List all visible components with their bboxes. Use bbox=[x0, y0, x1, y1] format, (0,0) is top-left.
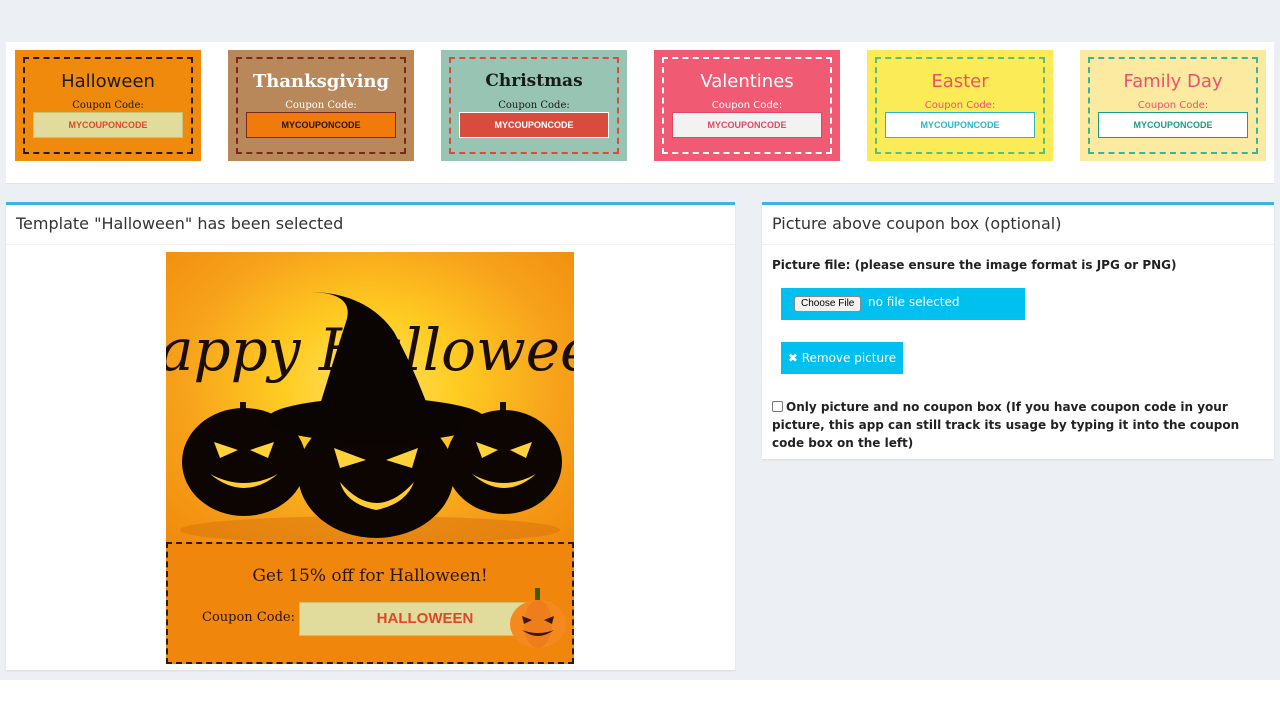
template-title: Family Day bbox=[1123, 71, 1223, 92]
only-picture-label: Only picture and no coupon box (If you h… bbox=[772, 400, 1240, 450]
template-card-valentines[interactable]: Valentines Coupon Code: MYCOUPONCODE bbox=[654, 50, 840, 161]
template-preview-panel: Template "Halloween" has been selected H… bbox=[6, 202, 735, 670]
template-coupon-code: MYCOUPONCODE bbox=[885, 112, 1035, 138]
choose-file-button[interactable]: Choose File bbox=[794, 296, 862, 312]
template-coupon-code: MYCOUPONCODE bbox=[672, 112, 822, 138]
template-card-easter[interactable]: Easter Coupon Code: MYCOUPONCODE bbox=[867, 50, 1053, 161]
template-title: Thanksgiving bbox=[252, 71, 390, 92]
template-title: Christmas bbox=[485, 71, 583, 91]
picture-file-input[interactable]: Choose File no file selected bbox=[781, 288, 1025, 320]
remove-picture-button[interactable]: ✖ Remove picture bbox=[781, 342, 903, 374]
only-picture-checkbox[interactable] bbox=[772, 401, 783, 412]
preview-panel-title: Template "Halloween" has been selected bbox=[6, 205, 735, 245]
template-coupon-code: MYCOUPONCODE bbox=[1098, 112, 1248, 138]
templates-panel: Halloween Coupon Code: MYCOUPONCODE Than… bbox=[6, 42, 1274, 184]
template-title: Halloween bbox=[61, 71, 155, 92]
picture-panel-title: Picture above coupon box (optional) bbox=[762, 205, 1274, 245]
halloween-illustration: Happy Halloween bbox=[166, 292, 574, 542]
template-coupon-label: Coupon Code: bbox=[72, 100, 144, 111]
picture-panel: Picture above coupon box (optional) Pict… bbox=[762, 202, 1274, 459]
template-coupon-label: Coupon Code: bbox=[285, 100, 357, 111]
template-coupon-label: Coupon Code: bbox=[1137, 100, 1209, 111]
coupon-code-label: Coupon Code: bbox=[202, 610, 295, 625]
halloween-picture: Happy Halloween bbox=[166, 252, 574, 542]
template-coupon-code: MYCOUPONCODE bbox=[33, 112, 183, 138]
coupon-box: Get 15% off for Halloween! Coupon Code: … bbox=[166, 542, 574, 664]
template-card-thanksgiving[interactable]: Thanksgiving Coupon Code: MYCOUPONCODE bbox=[228, 50, 414, 161]
no-file-selected-text: no file selected bbox=[868, 295, 960, 309]
template-coupon-label: Coupon Code: bbox=[924, 100, 996, 111]
coupon-headline: Get 15% off for Halloween! bbox=[252, 566, 488, 586]
bottom-strip bbox=[0, 680, 1280, 720]
template-coupon-label: Coupon Code: bbox=[498, 100, 570, 111]
template-coupon-code: MYCOUPONCODE bbox=[246, 112, 396, 138]
template-card-halloween[interactable]: Halloween Coupon Code: MYCOUPONCODE bbox=[15, 50, 201, 161]
jack-o-lantern-icon bbox=[510, 588, 566, 648]
template-card-family-day[interactable]: Family Day Coupon Code: MYCOUPONCODE bbox=[1080, 50, 1266, 161]
template-title: Valentines bbox=[700, 71, 794, 92]
template-title: Easter bbox=[931, 71, 989, 92]
template-coupon-code: MYCOUPONCODE bbox=[459, 112, 609, 138]
template-card-christmas[interactable]: Christmas Coupon Code: MYCOUPONCODE bbox=[441, 50, 627, 161]
picture-file-label: Picture file: (please ensure the image f… bbox=[772, 258, 1177, 272]
template-coupon-label: Coupon Code: bbox=[711, 100, 783, 111]
